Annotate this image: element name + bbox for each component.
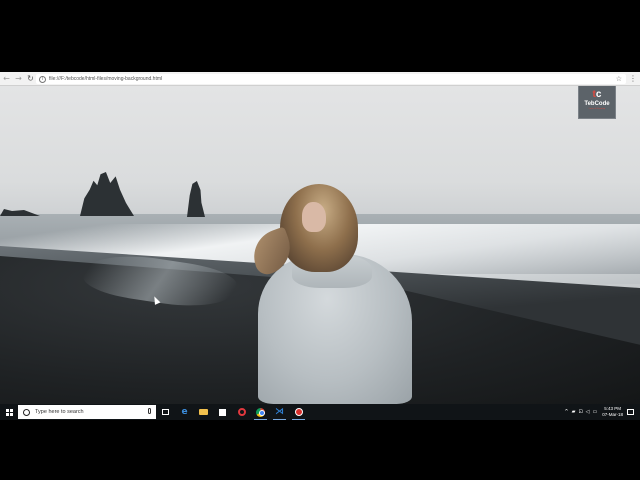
- tebcode-logo: tc TebCode Learn & Develop: [578, 86, 616, 119]
- opera-button[interactable]: [232, 404, 251, 420]
- url-text[interactable]: file:///F:/tebcode/html-files/moving-bac…: [49, 76, 162, 82]
- edge-button[interactable]: e: [175, 404, 194, 420]
- sea-stack-large: [80, 172, 134, 216]
- bookmark-star-icon[interactable]: ☆: [616, 74, 622, 84]
- browser-menu-icon[interactable]: ⋮: [629, 73, 637, 85]
- clock-date: 07-Mar-18: [602, 412, 623, 417]
- browser-toolbar: ← → ↻ i file:///F:/tebcode/html-files/mo…: [0, 72, 640, 86]
- network-icon[interactable]: ▰: [572, 409, 576, 415]
- volume-icon[interactable]: ◁: [586, 409, 590, 415]
- logo-tagline: Learn & Develop: [588, 108, 606, 110]
- sea-stack-narrow: [187, 181, 205, 217]
- logo-name: TebCode: [584, 101, 610, 107]
- edge-icon: e: [181, 407, 188, 417]
- microphone-icon[interactable]: [148, 408, 151, 414]
- store-button[interactable]: [213, 404, 232, 420]
- sea-stack-small: [0, 209, 40, 216]
- forward-button[interactable]: →: [13, 73, 24, 85]
- folder-icon: [199, 409, 208, 415]
- cortana-circle-icon: [23, 408, 30, 416]
- vscode-icon: ⋊: [275, 407, 284, 417]
- record-icon: [294, 408, 303, 416]
- tray-chevron-icon[interactable]: ^: [564, 409, 568, 415]
- windows-logo-icon: [5, 408, 13, 416]
- back-button[interactable]: ←: [1, 73, 12, 85]
- info-icon[interactable]: i: [39, 75, 46, 83]
- search-placeholder: Type here to search: [35, 409, 84, 415]
- hand: [302, 202, 326, 232]
- keyboard-icon[interactable]: ▭: [593, 409, 598, 415]
- opera-icon: [237, 408, 246, 416]
- taskbar: Type here to search e ⋊ ^ ▰ ⊡ ◁ ▭ 5:43 P…: [0, 404, 640, 420]
- chrome-button[interactable]: [251, 404, 270, 420]
- reload-icon: ↻: [27, 74, 34, 83]
- vscode-button[interactable]: ⋊: [270, 404, 289, 420]
- taskbar-search-box[interactable]: Type here to search: [18, 405, 156, 419]
- moving-background-page: tc TebCode Learn & Develop: [0, 86, 640, 404]
- language-icon[interactable]: ⊡: [578, 409, 582, 415]
- store-bag-icon: [219, 408, 226, 416]
- woman-figure: [246, 184, 420, 404]
- task-view-button[interactable]: [156, 404, 175, 420]
- start-button[interactable]: [0, 404, 18, 420]
- reload-button[interactable]: ↻: [25, 73, 36, 85]
- clock[interactable]: 5:43 PM 07-Mar-18: [602, 406, 623, 418]
- task-view-icon: [162, 409, 169, 415]
- forward-arrow-icon: →: [15, 74, 22, 83]
- chrome-icon: [256, 407, 265, 417]
- screen-recorder-button[interactable]: [289, 404, 308, 420]
- address-bar[interactable]: i file:///F:/tebcode/html-files/moving-b…: [36, 74, 626, 84]
- back-arrow-icon: ←: [3, 74, 10, 83]
- system-tray: ^ ▰ ⊡ ◁ ▭ 5:43 PM 07-Mar-18: [564, 404, 640, 420]
- file-explorer-button[interactable]: [194, 404, 213, 420]
- logo-mark: tc: [592, 89, 602, 100]
- action-center-icon[interactable]: [627, 409, 634, 415]
